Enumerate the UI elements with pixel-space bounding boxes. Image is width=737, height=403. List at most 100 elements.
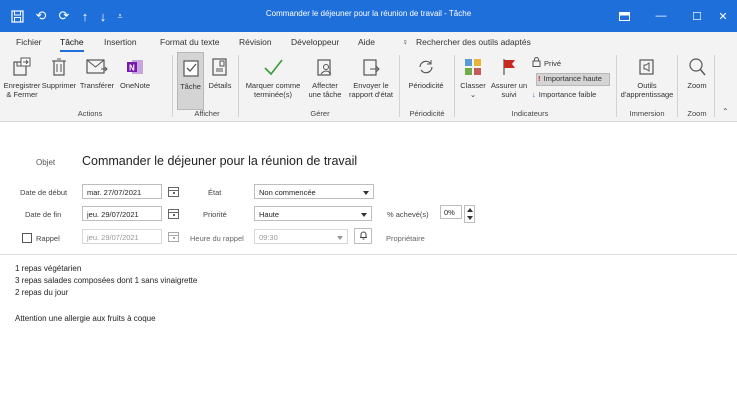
private-button[interactable]: Privé xyxy=(532,57,561,69)
bell-icon xyxy=(359,231,368,242)
status-report-icon xyxy=(359,55,383,79)
body-line: 2 repas du jour xyxy=(15,288,69,297)
spin-down-icon[interactable] xyxy=(467,216,473,220)
group-separator xyxy=(616,55,617,117)
tab-format-texte[interactable]: Format du texte xyxy=(160,37,220,47)
lock-icon xyxy=(532,57,541,69)
start-date-field[interactable]: mar. 27/07/2021 xyxy=(82,184,162,199)
forward-button[interactable]: Transférer xyxy=(78,52,116,110)
reminder-checkbox[interactable] xyxy=(22,233,32,243)
reminder-time-label: Heure du rappel xyxy=(190,234,244,243)
tab-aide[interactable]: Aide xyxy=(358,37,375,47)
svg-text:N: N xyxy=(129,64,135,73)
lightbulb-icon: ♀ xyxy=(402,37,409,47)
recurrence-button[interactable]: Périodicité xyxy=(403,52,449,110)
percent-complete-label: % achevé(s) xyxy=(387,210,429,219)
chevron-down-icon xyxy=(337,236,343,240)
chevron-down-icon xyxy=(363,191,369,195)
delete-button[interactable]: Supprimer xyxy=(42,52,76,110)
group-label-actions: Actions xyxy=(77,109,103,118)
group-separator xyxy=(454,55,455,117)
reminder-date-field[interactable]: jeu. 29/07/2021 xyxy=(82,229,162,244)
task-view-button[interactable]: Tâche xyxy=(177,52,204,110)
zoom-button[interactable]: Zoom xyxy=(682,52,712,110)
search-tools[interactable]: Rechercher des outils adaptés xyxy=(416,37,531,47)
reminder-time-dropdown[interactable]: 09:30 xyxy=(254,229,348,244)
categorize-icon xyxy=(461,55,485,79)
form-divider xyxy=(0,254,737,255)
follow-up-button[interactable]: Assurer un suivi xyxy=(490,52,528,110)
title-bar: ⟲ ⟳ ↑ ↓ ⩡ Commander le déjeuner pour la … xyxy=(0,0,737,32)
onenote-icon: N xyxy=(123,55,147,79)
reminder-time-value: 09:30 xyxy=(259,233,278,242)
owner-label: Propriétaire xyxy=(386,234,425,243)
send-status-report-button[interactable]: Envoyer le rapport d'état xyxy=(347,52,395,110)
due-date-label: Date de fin xyxy=(25,210,62,219)
group-label-recurrence: Périodicité xyxy=(409,109,445,118)
checkmark-icon xyxy=(261,55,285,79)
envelope-icon xyxy=(85,55,109,79)
learning-tools-button[interactable]: Outils d'apprentissage xyxy=(620,52,674,110)
tab-revision[interactable]: Révision xyxy=(239,37,272,47)
body-line: Attention une allergie aux fruits à coqu… xyxy=(15,314,156,323)
group-label-manage: Gérer xyxy=(310,109,330,118)
calendar-icon[interactable] xyxy=(168,187,179,197)
percent-spinner[interactable] xyxy=(464,205,475,223)
status-label: État xyxy=(208,188,222,197)
mark-complete-button[interactable]: Marquer comme terminée(s) xyxy=(243,52,303,110)
subject-field[interactable]: Commander le déjeuner pour la réunion de… xyxy=(82,154,357,168)
priority-label: Priorité xyxy=(203,210,227,219)
group-separator xyxy=(399,55,400,117)
save-close-button[interactable]: Enregistrer & Fermer xyxy=(2,52,42,110)
percent-complete-field[interactable]: 0% xyxy=(440,205,462,219)
tab-developpeur[interactable]: Développeur xyxy=(291,37,339,47)
learning-tools-icon xyxy=(635,55,659,79)
assign-task-icon xyxy=(313,55,337,79)
assign-task-button[interactable]: Affecter une tâche xyxy=(305,52,345,110)
calendar-icon[interactable] xyxy=(168,209,179,219)
tab-fichier[interactable]: Fichier xyxy=(16,37,42,47)
group-separator xyxy=(172,55,173,117)
tab-insertion[interactable]: Insertion xyxy=(104,37,137,47)
body-line: 1 repas végétarien xyxy=(15,264,82,273)
ribbon-display-icon[interactable] xyxy=(606,0,642,32)
subject-label: Objet xyxy=(36,158,56,167)
low-importance-button[interactable]: ↓ Importance faible xyxy=(532,90,596,99)
minimize-button[interactable]: — xyxy=(643,0,679,32)
high-importance-button[interactable]: ! Importance haute xyxy=(538,74,602,83)
group-label-show: Afficher xyxy=(194,109,220,118)
group-label-zoom: Zoom xyxy=(687,109,707,118)
start-date-label: Date de début xyxy=(20,188,68,197)
status-dropdown[interactable]: Non commencée xyxy=(254,184,374,199)
body-line: 3 repas salades composées dont 1 sans vi… xyxy=(15,276,198,285)
magnifier-icon xyxy=(685,55,709,79)
details-icon xyxy=(208,55,232,79)
ribbon-tabs: Fichier Tâche Insertion Format du texte … xyxy=(0,32,737,52)
trash-icon xyxy=(47,55,71,79)
task-icon xyxy=(179,56,203,80)
onenote-button[interactable]: N OneNote xyxy=(118,52,152,110)
chevron-down-icon xyxy=(361,213,367,217)
chevron-down-icon: ⌄ xyxy=(469,90,477,99)
collapse-ribbon-icon[interactable]: ⌃ xyxy=(722,107,729,116)
down-arrow-icon: ↓ xyxy=(532,90,536,99)
tab-tache[interactable]: Tâche xyxy=(60,37,84,52)
group-label-immersive: Immersion xyxy=(629,109,665,118)
priority-value: Haute xyxy=(259,210,280,219)
details-button[interactable]: Détails xyxy=(206,52,234,110)
exclamation-icon: ! xyxy=(538,74,541,83)
close-button[interactable]: ✕ xyxy=(709,0,737,32)
reminder-sound-button[interactable] xyxy=(354,228,372,244)
categorize-button[interactable]: Classer ⌄ xyxy=(458,52,488,110)
save-close-icon xyxy=(10,55,34,79)
group-label-tags: Indicateurs xyxy=(511,109,549,118)
group-separator xyxy=(714,55,715,117)
priority-dropdown[interactable]: Haute xyxy=(254,206,372,221)
spin-up-icon[interactable] xyxy=(467,208,473,212)
status-value: Non commencée xyxy=(259,188,316,197)
ribbon: Enregistrer & Fermer Supprimer Transfére… xyxy=(0,52,737,122)
due-date-field[interactable]: jeu. 29/07/2021 xyxy=(82,206,162,221)
recurrence-icon xyxy=(414,55,438,79)
group-separator xyxy=(238,55,239,117)
calendar-icon[interactable] xyxy=(168,232,179,242)
